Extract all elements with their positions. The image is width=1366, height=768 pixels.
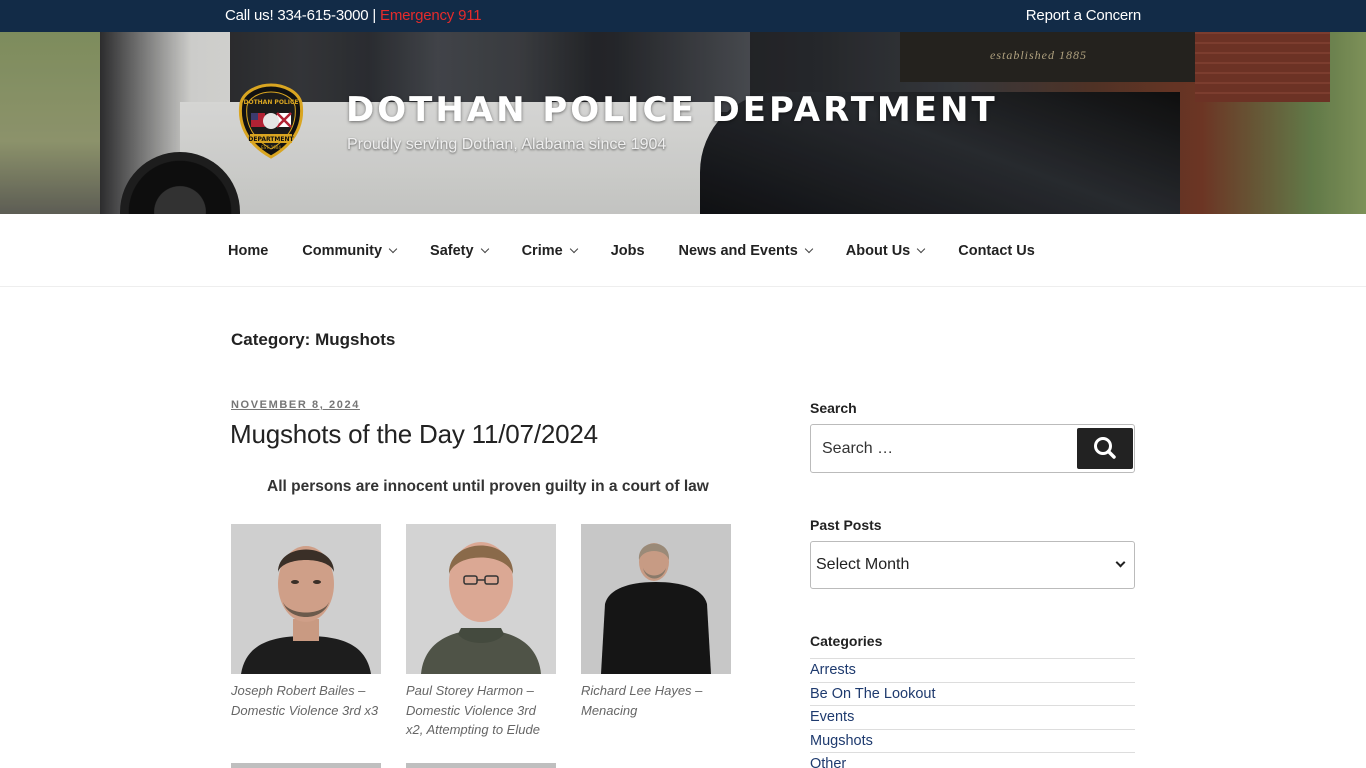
nav-item-label: Community: [302, 242, 383, 259]
nav-item-label: Contact Us: [958, 242, 1035, 259]
badge-bottom-text: DEPARTMENT: [248, 136, 294, 143]
mugshot-photo[interactable]: [581, 524, 731, 674]
nav-item-safety[interactable]: Safety: [413, 214, 505, 287]
nav-item-label: Home: [228, 242, 269, 259]
chevron-down-icon: [569, 244, 578, 253]
mugshot-gallery-next-row: [231, 763, 556, 768]
mugshot-photo[interactable]: [406, 524, 556, 674]
post-title-link[interactable]: Mugshots of the Day 11/07/2024: [230, 419, 598, 450]
page-title: Category: Mugshots: [231, 330, 396, 349]
gallery-item: Richard Lee Hayes – Menacing: [581, 524, 731, 740]
category-link-arrests[interactable]: Arrests: [810, 658, 1135, 682]
mugshot-photo[interactable]: [406, 763, 556, 768]
post-date-link[interactable]: NOVEMBER 8, 2024: [231, 399, 360, 411]
categories-list: Arrests Be On The Lookout Events Mugshots Ot…: [810, 658, 1135, 768]
search-icon: [1094, 437, 1116, 459]
mugshot-photo[interactable]: [231, 524, 381, 674]
archive-month-select[interactable]: Select Month: [810, 541, 1135, 589]
mugshot-caption: Joseph Robert Bailes – Domestic Violence…: [231, 683, 379, 718]
site-description: Proudly serving Dothan, Alabama since 19…: [347, 136, 667, 153]
report-concern-link[interactable]: Report a Concern: [1026, 7, 1141, 24]
emergency-text[interactable]: Emergency 911: [380, 7, 482, 24]
nav-item-community[interactable]: Community: [285, 214, 413, 287]
nav-item-jobs[interactable]: Jobs: [594, 214, 662, 287]
police-badge-logo[interactable]: DOTHAN POLICE DEPARTMENT EST. 1904: [238, 83, 304, 159]
innocence-notice: All persons are innocent until proven gu…: [267, 478, 709, 495]
nav-item-contact-us[interactable]: Contact Us: [941, 214, 1052, 287]
mugshot-caption: Paul Storey Harmon – Domestic Violence 3…: [406, 683, 540, 737]
nav-item-label: Jobs: [610, 242, 645, 259]
nav-item-label: About Us: [845, 242, 911, 259]
badge-est-text: EST. 1904: [261, 145, 281, 150]
nav-item-crime[interactable]: Crime: [505, 214, 594, 287]
nav-item-about-us[interactable]: About Us: [829, 214, 941, 287]
category-link-other[interactable]: Other: [810, 752, 1135, 768]
search-input[interactable]: [811, 425, 1073, 472]
chevron-down-icon: [1115, 557, 1126, 568]
gallery-item: Joseph Robert Bailes – Domestic Violence…: [231, 524, 381, 740]
past-posts-title: Past Posts: [810, 517, 882, 533]
mugshot-gallery: Joseph Robert Bailes – Domestic Violence…: [231, 524, 731, 740]
month-select-value: Select Month: [816, 556, 910, 573]
chevron-down-icon: [480, 244, 489, 253]
nav-item-home[interactable]: Home: [211, 214, 285, 287]
gallery-item: Paul Storey Harmon – Domestic Violence 3…: [406, 524, 556, 740]
category-link-mugshots[interactable]: Mugshots: [810, 728, 1135, 753]
call-text: Call us! 334-615-3000 |: [225, 7, 381, 24]
nav-item-label: Crime: [521, 242, 563, 259]
category-link-be-on-the-lookout[interactable]: Be On The Lookout: [810, 681, 1135, 706]
mugshot-photo[interactable]: [231, 763, 381, 768]
nav-menu: Home Community Safety Crime Jobs News and Eve…: [211, 214, 1052, 287]
search-form: [810, 424, 1135, 473]
chevron-down-icon: [388, 244, 398, 253]
contact-line: Call us! 334-615-3000 | Emergency 911: [225, 7, 482, 24]
mugshot-caption: Richard Lee Hayes – Menacing: [581, 683, 703, 718]
chevron-down-icon: [804, 244, 814, 253]
site-title[interactable]: DOTHAN POLICE DEPARTMENT: [346, 90, 998, 130]
top-bar: Call us! 334-615-3000 | Emergency 911 Re…: [0, 0, 1366, 32]
category-link-events[interactable]: Events: [810, 705, 1135, 729]
search-widget-title: Search: [810, 400, 857, 416]
nav-item-label: Safety: [430, 242, 474, 259]
search-button[interactable]: [1077, 428, 1133, 469]
chevron-down-icon: [916, 244, 926, 253]
main-navigation: Home Community Safety Crime Jobs News and Eve…: [0, 214, 1366, 287]
categories-title: Categories: [810, 633, 883, 649]
badge-top-text: DOTHAN POLICE: [243, 99, 298, 106]
nav-item-news-and-events[interactable]: News and Events: [662, 214, 829, 287]
nav-item-label: News and Events: [678, 242, 798, 259]
